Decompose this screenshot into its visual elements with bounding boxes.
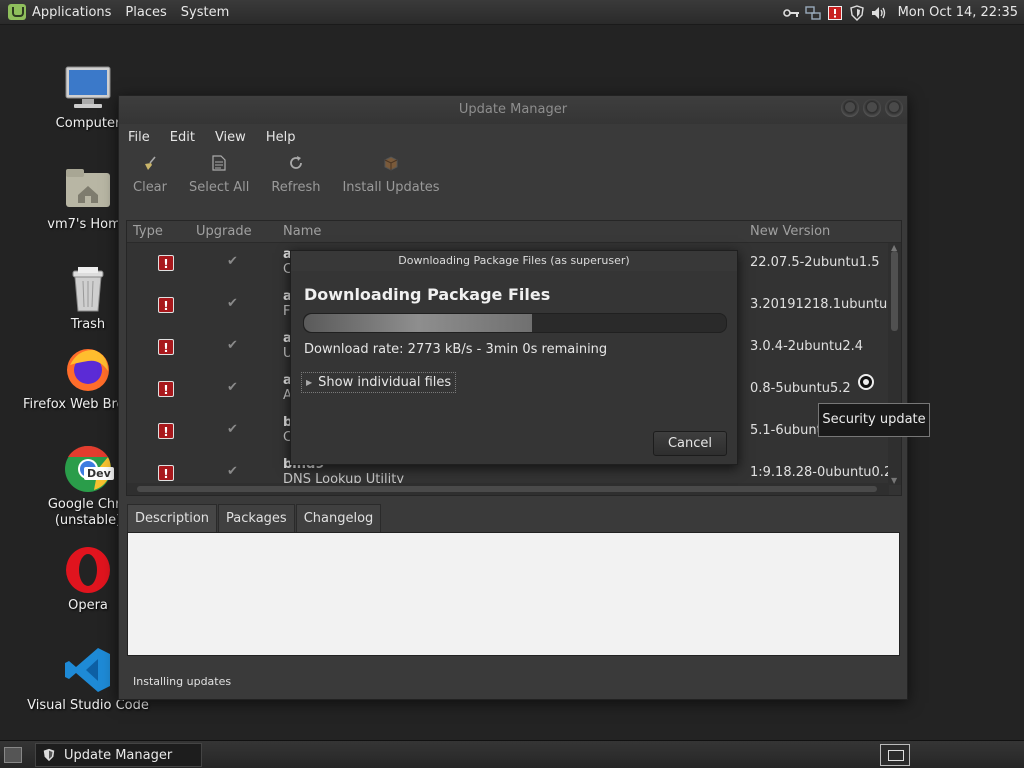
upgrade-checkbox[interactable]: ✔ [227,254,238,269]
minimize-button[interactable] [841,99,859,117]
cursor-icon [858,374,874,390]
upgrade-checkbox[interactable]: ✔ [227,338,238,353]
shield-icon[interactable] [849,4,865,21]
document-icon [210,154,228,172]
show-files-expander[interactable]: ▶ Show individual files [301,372,457,393]
title-bar[interactable]: Update Manager [119,96,907,124]
hscrollbar-thumb[interactable] [137,486,877,492]
shield-icon [43,748,55,762]
vertical-scrollbar[interactable]: ▲ ▼ [888,243,901,485]
window-title: Update Manager [458,102,568,117]
package-icon [382,154,400,172]
security-update-icon: ! [158,381,174,397]
install-updates-label: Install Updates [342,180,440,195]
download-progress-bar [303,313,727,333]
dialog-heading: Downloading Package Files [304,285,551,304]
clear-button[interactable]: Clear [125,150,175,195]
expander-arrow-icon: ▶ [306,378,313,387]
menu-file[interactable]: File [128,130,150,145]
volume-icon[interactable] [871,5,887,21]
package-version: 3.20191218.1ubuntu2 [750,297,889,312]
security-update-icon: ! [158,465,174,481]
refresh-label: Refresh [271,180,321,195]
clear-label: Clear [133,180,167,195]
toolbar: Clear Select All Refresh Install Updates [119,150,907,208]
vscode-icon [64,646,112,694]
refresh-button[interactable]: Refresh [263,150,328,195]
close-button[interactable] [885,99,903,117]
menu-applications[interactable]: Applications [32,5,119,20]
show-desktop-icon[interactable] [4,747,22,763]
install-updates-button[interactable]: Install Updates [334,150,447,195]
cancel-button[interactable]: Cancel [653,431,727,456]
clock[interactable]: Mon Oct 14, 22:35 [898,5,1018,20]
menu-edit[interactable]: Edit [170,130,195,145]
progress-fill [304,314,532,332]
select-all-button[interactable]: Select All [181,150,257,195]
network-icon[interactable] [804,5,821,21]
horizontal-scrollbar[interactable] [127,483,889,495]
package-version: 1:9.18.28-0ubuntu0.22 [750,465,889,480]
detail-tabs: Description Packages Changelog [127,504,382,532]
firefox-icon [64,345,112,393]
top-menu: Applications Places System [0,0,243,25]
mint-logo-icon[interactable] [8,4,26,20]
menu-system[interactable]: System [181,5,237,20]
upgrade-checkbox[interactable]: ✔ [227,380,238,395]
computer-icon [64,64,112,112]
upgrade-checkbox[interactable]: ✔ [227,296,238,311]
opera-icon [64,546,112,594]
dev-badge: Dev [84,467,114,480]
upgrade-checkbox[interactable]: ✔ [227,422,238,437]
desktop-icon-label: Visual Studio Code [27,698,149,713]
window-buttons [837,99,903,117]
tab-packages[interactable]: Packages [218,504,295,532]
security-update-icon: ! [158,297,174,313]
key-icon[interactable] [782,5,799,21]
scroll-down-arrow-icon[interactable]: ▼ [891,476,897,485]
maximize-button[interactable] [863,99,881,117]
column-new-version[interactable]: New Version [750,224,830,239]
description-pane[interactable] [127,532,900,656]
menu-places[interactable]: Places [125,5,174,20]
trash-icon [64,265,112,313]
update-alert-icon[interactable] [827,5,843,21]
tooltip: Security update [818,403,930,437]
column-name[interactable]: Name [283,224,321,239]
menu-bar: File Edit View Help [119,124,907,150]
refresh-icon [287,154,305,172]
tab-description[interactable]: Description [127,504,218,532]
tab-changelog[interactable]: Changelog [295,504,382,532]
broom-icon [141,154,159,172]
bottom-panel: Update Manager [0,740,1024,768]
taskbar-item-update-manager[interactable]: Update Manager [35,743,202,767]
column-type[interactable]: Type [133,224,163,239]
column-upgrade[interactable]: Upgrade [196,224,252,239]
top-panel: Applications Places System Mon Oct 14, 2… [0,0,1024,25]
upgrade-checkbox[interactable]: ✔ [227,464,238,479]
select-all-label: Select All [189,180,250,195]
download-dialog: Downloading Package Files (as superuser)… [290,250,738,465]
download-rate: Download rate: 2773 kB/s - 3min 0s remai… [304,342,608,357]
security-update-icon: ! [158,255,174,271]
taskbar-item-label: Update Manager [64,747,173,763]
workspace-switcher-icon[interactable] [880,744,910,766]
status-bar: Installing updates [133,675,232,688]
package-version: 0.8-5ubuntu5.2 [750,381,851,396]
package-version: 3.0.4-2ubuntu2.4 [750,339,864,354]
home-folder-icon [64,165,112,213]
menu-view[interactable]: View [215,130,246,145]
package-version: 22.07.5-2ubuntu1.5 [750,255,880,270]
security-update-icon: ! [158,339,174,355]
list-header: Type Upgrade Name New Version [127,221,901,243]
security-update-icon: ! [158,423,174,439]
scrollbar-thumb[interactable] [891,251,898,331]
dialog-title[interactable]: Downloading Package Files (as superuser) [291,251,737,271]
system-tray: Mon Oct 14, 22:35 [780,0,1024,25]
chrome-dev-icon: Dev [64,445,114,493]
package-version: 5.1-6ubunt [750,423,822,438]
menu-help[interactable]: Help [266,130,296,145]
expander-label: Show individual files [318,375,452,390]
